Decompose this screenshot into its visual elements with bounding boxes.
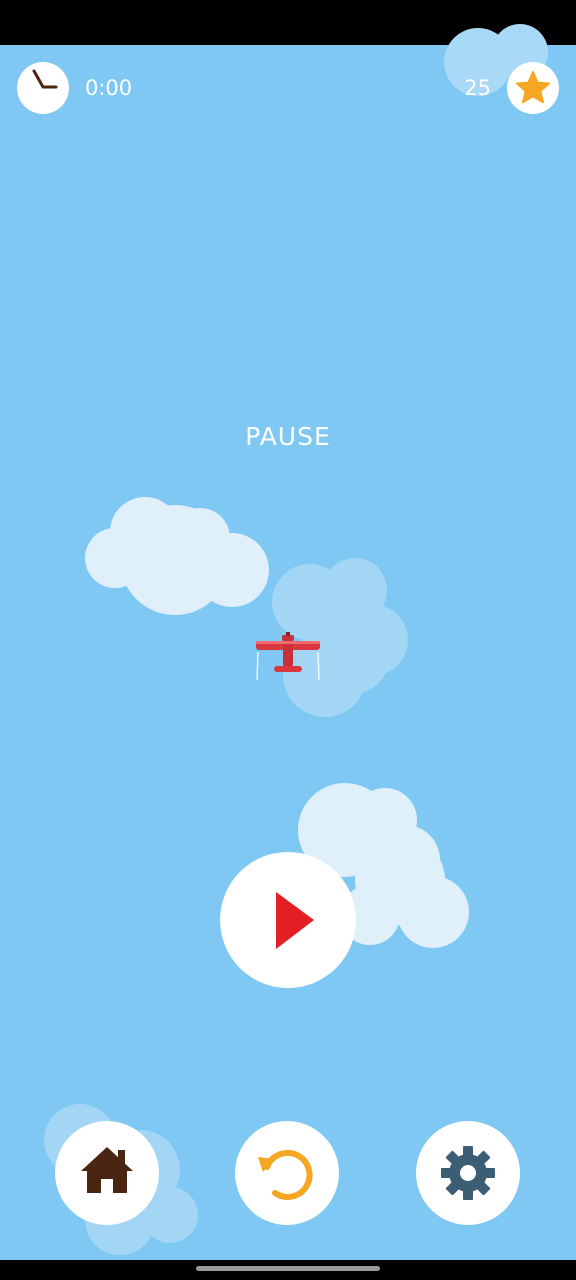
settings-button[interactable] [416, 1121, 520, 1225]
gear-icon [441, 1146, 495, 1200]
home-indicator[interactable] [196, 1266, 380, 1271]
score-value: 25 [464, 76, 491, 100]
clock-icon [17, 62, 69, 114]
restart-button[interactable] [235, 1121, 339, 1225]
cloud-left [85, 497, 269, 615]
home-icon [81, 1147, 133, 1193]
timer-value: 0:00 [85, 76, 133, 100]
restart-icon [258, 1149, 313, 1200]
game-screen: 0:00 25 PAUSE [0, 0, 576, 1280]
play-icon [276, 892, 314, 949]
pause-title: PAUSE [245, 422, 331, 451]
plane-sprite [256, 632, 320, 681]
home-button[interactable] [55, 1121, 159, 1225]
play-button[interactable] [220, 852, 356, 988]
star-icon [507, 62, 559, 114]
